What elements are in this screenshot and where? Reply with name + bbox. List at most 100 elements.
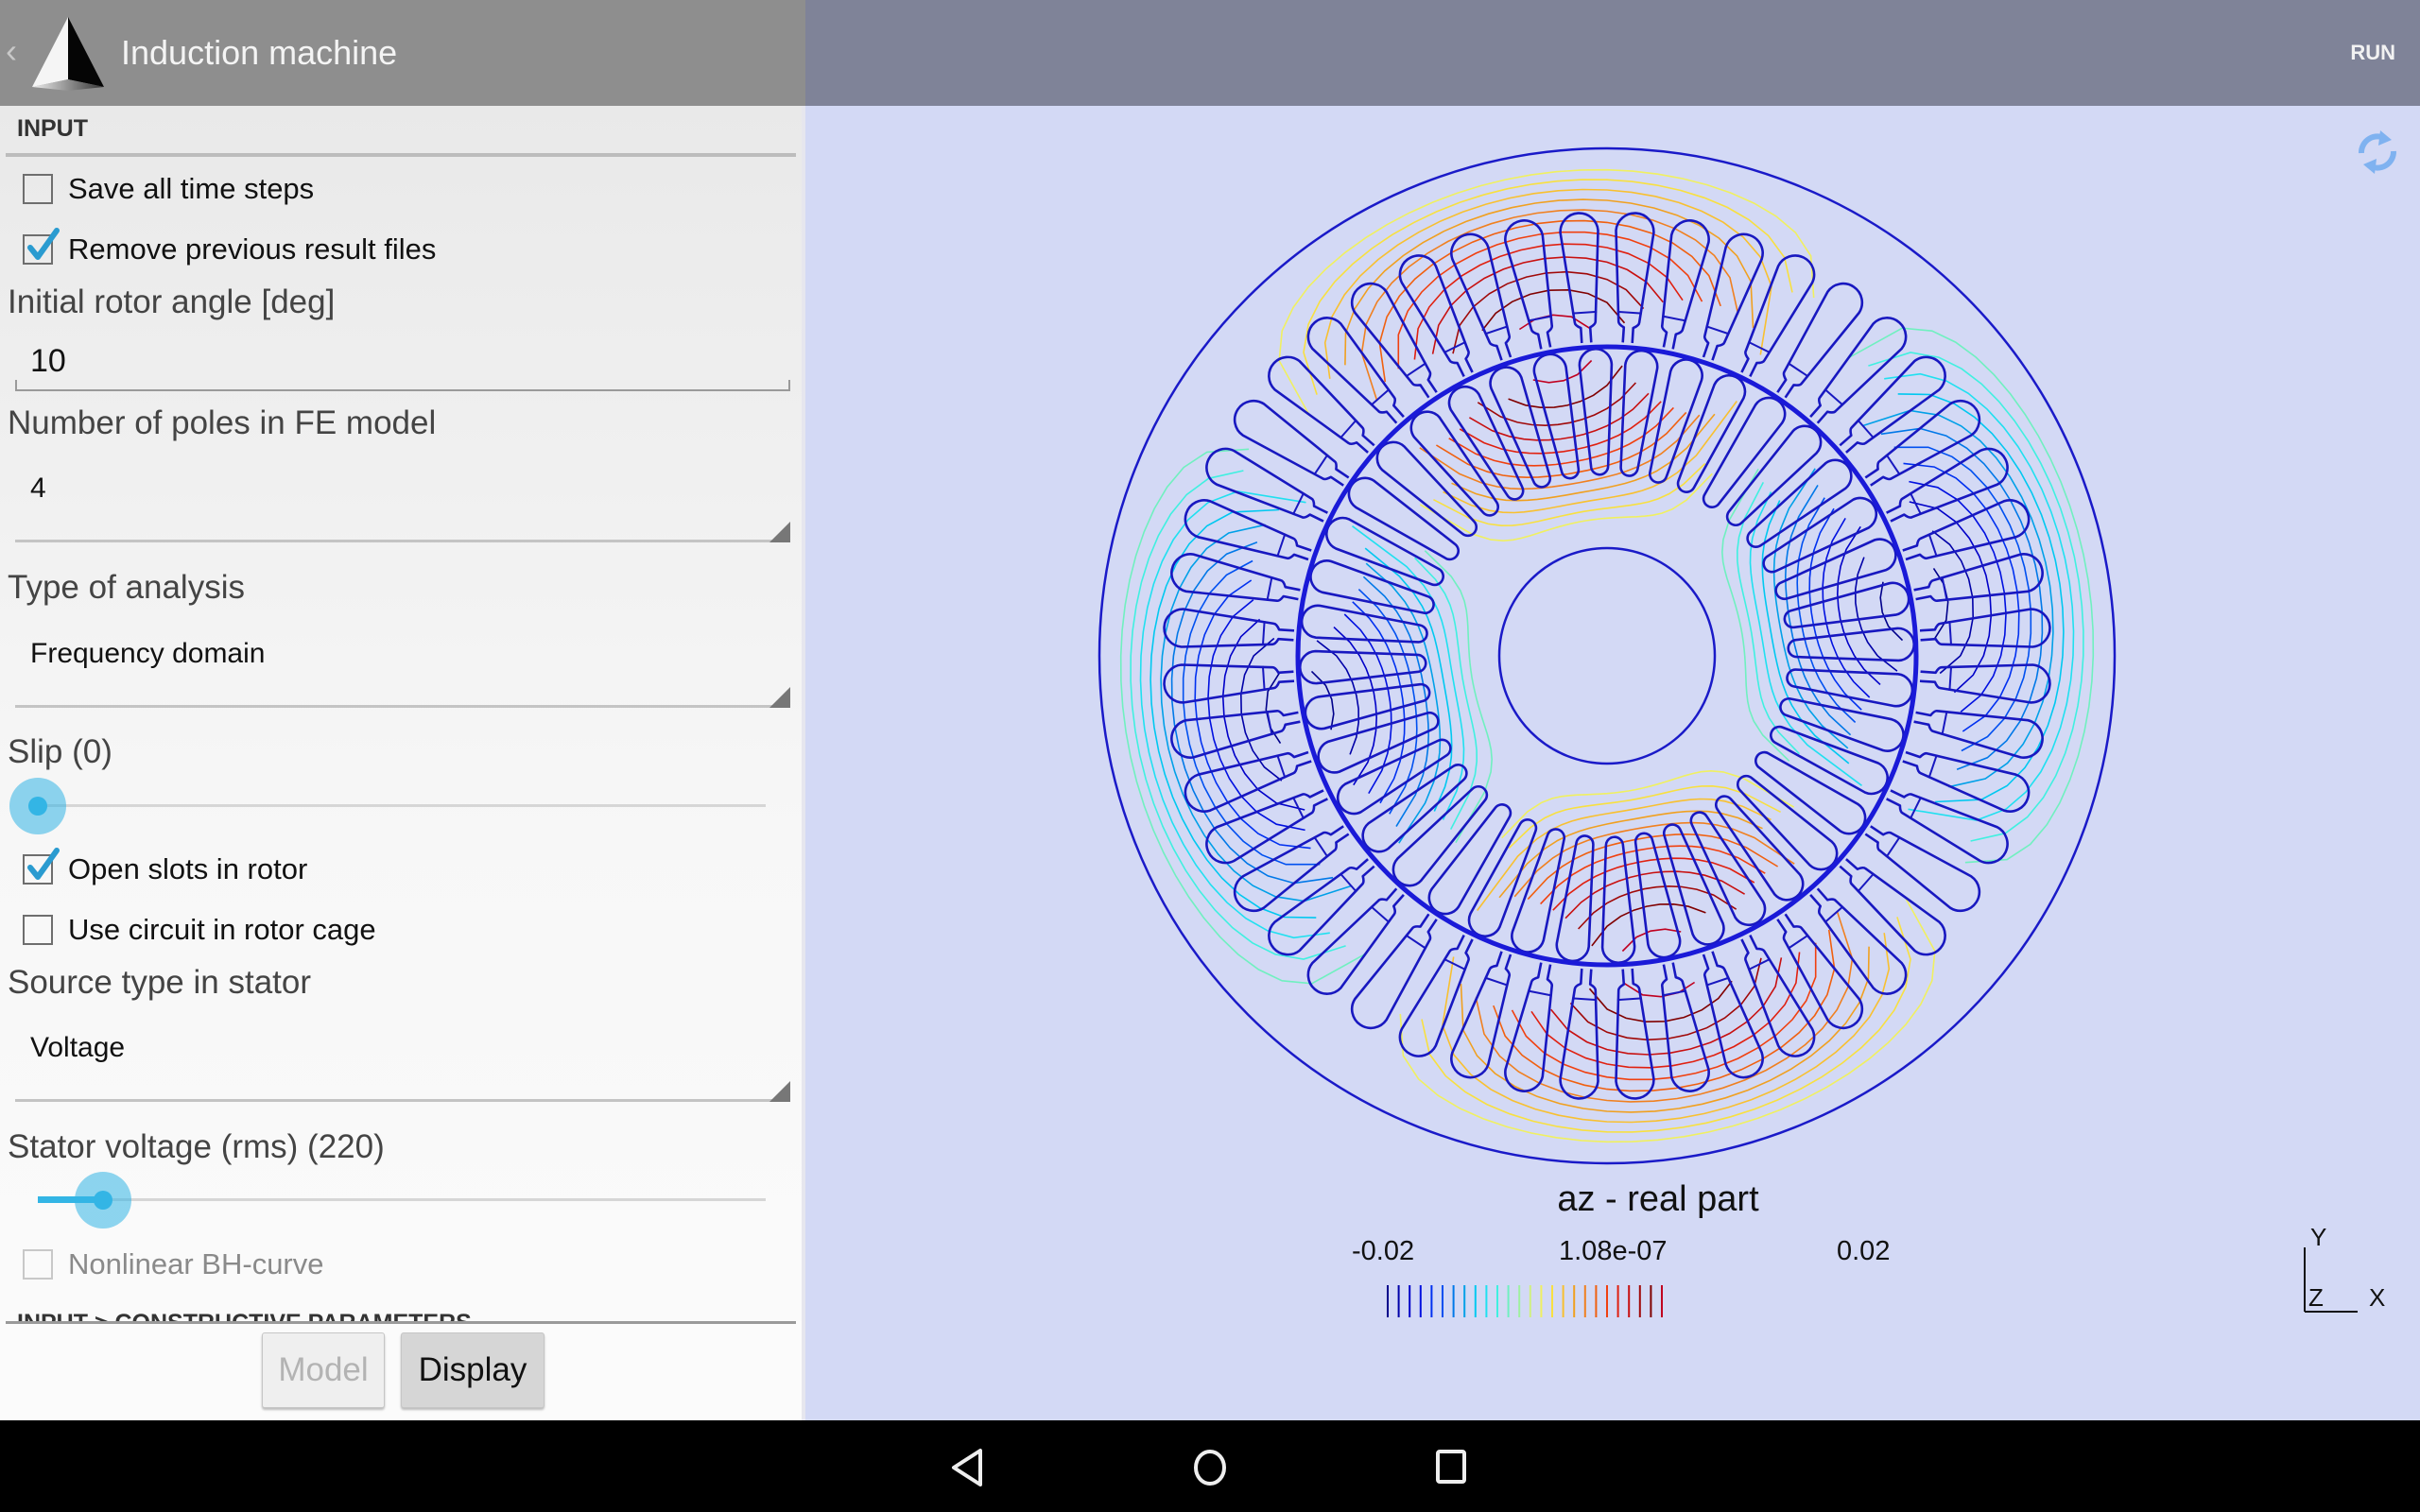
slot-wedge [1572,997,1598,1002]
checkmark-icon [27,228,60,260]
stator-slot [1398,254,1474,377]
machine-field-plot[interactable] [805,106,2420,1420]
scale-min-label: -0.02 [1352,1236,1415,1266]
isoline [1413,243,1801,1069]
graphics-viewer[interactable]: az - real part -0.02 1.08e-07 0.02 Y Z X [805,106,2420,1420]
checkbox-label: Nonlinear BH-curve [68,1247,324,1280]
stator-slot [1350,913,1438,1030]
nav-recents-icon[interactable] [1423,1439,1479,1496]
slot-wedge [1616,310,1642,315]
slider-track [38,1198,766,1201]
rotor-slot [1317,711,1440,774]
slot-wedge [1484,976,1509,987]
number-of-poles-dropdown[interactable]: 4 [15,452,790,542]
checkbox-box[interactable] [23,848,60,885]
rotor-slot [1662,823,1725,946]
isoline [1362,484,1852,828]
checkbox-box[interactable] [23,915,53,945]
dropdown-underline [15,705,790,708]
app-title: Induction machine [121,33,398,72]
pyramid-logo-icon[interactable] [28,13,108,93]
isoline [1435,411,1779,901]
slot-wedge [1276,533,1287,558]
panel-splitter[interactable] [802,106,805,1420]
rotor-slot [1634,832,1682,959]
chevron-left-icon[interactable]: ‹ [6,32,25,70]
axis-z-label: Z [2308,1283,2324,1312]
rotor-slot [1774,538,1897,601]
slot-wedge [1824,388,1844,406]
type-of-analysis-dropdown[interactable]: Frequency domain [15,617,790,708]
slot-wedge [1291,491,1305,516]
stator-slot [1268,858,1375,956]
checkbox-box[interactable] [23,174,53,204]
slider-thumb[interactable] [28,797,47,816]
isoline [1344,198,1870,1113]
system-nav-bar [0,1420,2420,1512]
slot-wedge [1885,835,1901,858]
isoline [1352,491,1862,820]
model-button[interactable]: Model [262,1332,385,1408]
source-type-dropdown[interactable]: Voltage [15,1011,790,1102]
slot-wedge [1340,419,1357,439]
stator-slot [1776,282,1864,399]
dropdown-value: Frequency domain [30,638,266,669]
scale-mid-label: 1.08e-07 [1559,1236,1668,1266]
slot-wedge [1662,315,1686,322]
slip-label: Slip (0) [8,733,112,770]
stator-slot [1205,789,1328,865]
stator-slot [1839,355,1946,454]
source-type-label: Source type in stator [8,964,311,1001]
slot-wedge [1787,934,1809,950]
slot-wedge [1705,976,1730,987]
save-all-time-steps-checkbox[interactable]: Save all time steps [23,168,314,210]
remove-previous-results-checkbox[interactable]: Remove previous result files [23,228,436,270]
dropdown-value: 4 [30,472,46,504]
checkbox-label: Open slots in rotor [68,852,308,885]
stator-voltage-slider[interactable] [38,1170,766,1230]
isoline [1459,401,1755,911]
checkbox-label: Save all time steps [68,172,315,205]
stator-slot [1864,825,1981,913]
rotor-slot [1304,682,1431,730]
stator-slot [1864,399,1981,487]
slot-wedge [1276,754,1287,779]
initial-rotor-angle-label: Initial rotor angle [deg] [8,284,336,320]
isoline [1182,446,2032,866]
stator-slot [1306,317,1405,424]
slip-slider[interactable] [9,776,766,836]
slot-wedge [1266,711,1273,735]
slot-wedge [1941,576,1948,601]
dropdown-arrow-icon [769,687,790,708]
refresh-icon[interactable] [2352,127,2403,178]
slot-wedge [1405,934,1427,950]
isoline [1207,480,2007,832]
checkbox-box[interactable] [23,228,60,265]
isoline [1448,406,1766,905]
slot-wedge [1261,621,1266,646]
bottom-button-bar: Model Display [0,1321,805,1420]
slot-wedge [1948,665,1953,691]
run-button[interactable]: RUN [2350,34,2395,72]
dropdown-value: Voltage [30,1032,126,1063]
plot-title: az - real part [1557,1179,1759,1219]
nav-back-icon[interactable] [941,1439,997,1496]
axis-y-label: Y [2310,1227,2326,1251]
isoline [1443,401,1772,911]
isoline [1130,352,2084,960]
section-title-input: INPUT [17,115,88,142]
rotor-slot [1783,581,1910,629]
checkbox-box[interactable] [23,1249,53,1280]
use-circuit-in-rotor-cage-checkbox[interactable]: Use circuit in rotor cage [23,909,376,951]
isoline [1303,179,1911,1133]
isoline [1431,256,1783,1056]
dropdown-underline [15,540,790,542]
slider-track [38,804,766,807]
slot-wedge [1747,340,1772,354]
stator-slot [1740,935,1816,1057]
open-slots-in-rotor-checkbox[interactable]: Open slots in rotor [23,848,308,890]
display-button[interactable]: Display [401,1332,544,1408]
nav-home-icon[interactable] [1182,1439,1238,1496]
nonlinear-bh-curve-checkbox[interactable]: Nonlinear BH-curve [23,1244,324,1285]
shaft-boundary [1497,546,1717,765]
